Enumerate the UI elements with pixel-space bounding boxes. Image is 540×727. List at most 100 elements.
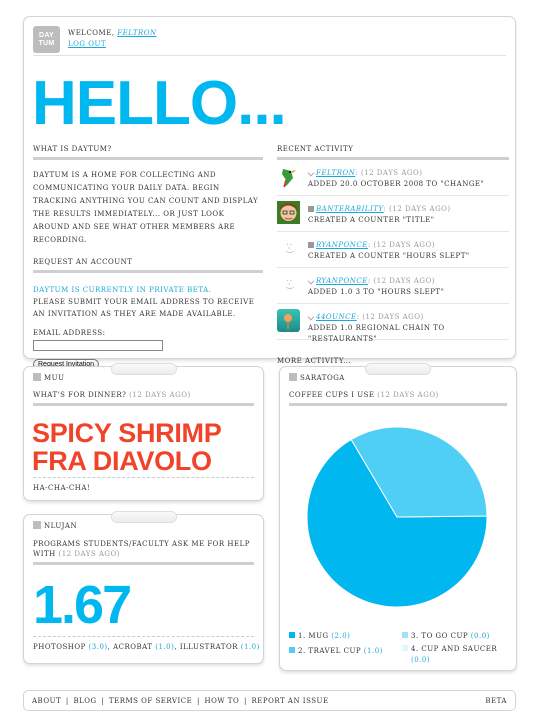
activity-time: : (12 DAYS AGO) xyxy=(356,313,424,321)
welcome-block: WELCOME, FELTRON LOG OUT xyxy=(68,28,157,50)
footer-separator: | xyxy=(243,697,247,705)
smiley-icon: :-) xyxy=(283,278,294,291)
beta-label: BETA xyxy=(485,697,507,705)
program-label: ILLUSTRATOR xyxy=(179,643,238,651)
email-label: EMAIL ADDRESS: xyxy=(33,329,106,337)
activity-time: : (12 DAYS AGO) xyxy=(367,241,435,249)
program-value: (3.0) xyxy=(88,643,108,651)
card-owner: NLUJAN xyxy=(33,521,77,530)
card-title: COFFEE CUPS I USE (12 DAYS AGO) xyxy=(289,391,507,406)
program-value: (1.0) xyxy=(155,643,175,651)
card-owner: SARATOGA xyxy=(289,373,345,382)
activity-item: FELTRON: (12 DAYS AGO) ADDED 20.0 OCTOBE… xyxy=(277,160,509,196)
owner-name[interactable]: NLUJAN xyxy=(44,522,77,530)
legend-swatch xyxy=(289,647,295,653)
chart-title: COFFEE CUPS I USE xyxy=(289,391,375,399)
activity-item: 44OUNCE: (12 DAYS AGO) ADDED 1.0 REGIONA… xyxy=(277,304,509,343)
legend-label: 4. CUP AND SAUCER xyxy=(411,645,498,653)
legend-swatch xyxy=(402,632,408,638)
legend-swatch xyxy=(402,645,408,651)
daytum-logo[interactable]: DAY TUM xyxy=(33,26,60,53)
activity-column: RECENT ACTIVITY FELTRON: (12 DAYS AGO) A… xyxy=(277,145,509,365)
hero-title: HELLO... xyxy=(32,69,287,138)
legend-item: 3. TO GO CUP (0.0) xyxy=(402,631,490,642)
site-footer: ABOUT | BLOG | TERMS OF SERVICE | HOW TO… xyxy=(23,690,516,711)
logout-link[interactable]: LOG OUT xyxy=(68,40,106,48)
logo-line-2: TUM xyxy=(38,40,55,47)
program-breakdown: PHOTOSHOP (3.0), ACROBAT (1.0), ILLUSTRA… xyxy=(33,643,260,651)
card-owner: MUU xyxy=(33,373,64,382)
counter-value: 1.67 xyxy=(33,575,132,635)
email-field[interactable] xyxy=(33,340,163,351)
divider xyxy=(33,477,254,478)
card-title: PROGRAMS STUDENTS/FACULTY ASK ME FOR HEL… xyxy=(33,539,254,565)
answer-text: SPICY SHRIMP FRA DIAVOLO xyxy=(32,418,222,476)
question-text: WHAT'S FOR DINNER? xyxy=(33,391,127,399)
answer-line-1: SPICY SHRIMP xyxy=(32,418,222,448)
activity-user-link[interactable]: 44OUNCE xyxy=(316,313,357,321)
activity-user-link[interactable]: FELTRON xyxy=(316,169,355,177)
welcome-label: WELCOME, xyxy=(68,29,115,37)
owner-name[interactable]: SARATOGA xyxy=(300,374,345,382)
activity-heading: RECENT ACTIVITY xyxy=(277,145,509,160)
user-icon xyxy=(33,373,41,381)
about-column: WHAT IS DAYTUM? DAYTUM IS A HOME FOR COL… xyxy=(33,145,263,370)
legend-label: 2. TRAVEL CUP xyxy=(298,647,362,655)
activity-time: : (12 DAYS AGO) xyxy=(355,169,423,177)
activity-user-link[interactable]: RYANPONCE xyxy=(316,241,368,249)
welcome-panel: DAY TUM WELCOME, FELTRON LOG OUT HELLO..… xyxy=(23,16,516,370)
legend-item: 1. MUG (2.0) xyxy=(289,631,350,642)
saratoga-card: SARATOGA COFFEE CUPS I USE (12 DAYS AGO)… xyxy=(279,363,517,671)
activity-action: ADDED 20.0 OCTOBER 2008 TO "CHANGE" xyxy=(308,180,485,188)
legend-label: 1. MUG xyxy=(298,632,329,640)
activity-action: ADDED 1.0 3 TO "HOURS SLEPT" xyxy=(308,288,445,296)
drag-handle[interactable] xyxy=(365,363,431,375)
card-title: WHAT'S FOR DINNER? (12 DAYS AGO) xyxy=(33,391,254,406)
counter-icon xyxy=(308,206,314,212)
footer-link-report[interactable]: REPORT AN ISSUE xyxy=(252,697,329,705)
footer-link-about[interactable]: ABOUT xyxy=(32,697,61,705)
activity-user-link[interactable]: BANTERABILITY xyxy=(316,205,384,213)
program-label: PHOTOSHOP xyxy=(33,643,86,651)
legend-swatch xyxy=(289,632,295,638)
drag-handle[interactable] xyxy=(110,363,177,375)
program-label: ACROBAT xyxy=(113,643,153,651)
legend-value: (1.0) xyxy=(363,647,383,655)
legend-value: (0.0) xyxy=(470,632,490,640)
request-heading: REQUEST AN ACCOUNT xyxy=(33,258,263,273)
card-time: (12 DAYS AGO) xyxy=(377,391,439,399)
activity-time: : (12 DAYS AGO) xyxy=(383,205,451,213)
drag-handle[interactable] xyxy=(110,511,177,523)
divider xyxy=(33,55,506,56)
aquarium-avatar[interactable] xyxy=(277,309,300,332)
default-avatar[interactable]: :-) xyxy=(277,273,300,296)
bird-avatar[interactable] xyxy=(277,165,300,188)
footer-link-howto[interactable]: HOW TO xyxy=(205,697,240,705)
footer-link-blog[interactable]: BLOG xyxy=(73,697,96,705)
footer-separator: | xyxy=(101,697,105,705)
checkmark-icon xyxy=(307,169,315,177)
footer-link-terms[interactable]: TERMS OF SERVICE xyxy=(109,697,192,705)
muu-card: MUU WHAT'S FOR DINNER? (12 DAYS AGO) SPI… xyxy=(23,363,264,501)
legend-value: (2.0) xyxy=(331,632,351,640)
answer-line-2: FRA DIAVOLO xyxy=(32,446,212,476)
user-icon xyxy=(289,373,297,381)
footer-separator: | xyxy=(196,697,200,705)
activity-item: BANTERABILITY: (12 DAYS AGO) CREATED A C… xyxy=(277,196,509,232)
more-activity-link[interactable]: MORE ACTIVITY... xyxy=(277,357,351,365)
footer-separator: | xyxy=(65,697,69,705)
nlujan-card: NLUJAN PROGRAMS STUDENTS/FACULTY ASK ME … xyxy=(23,511,264,664)
program-value: (1.0) xyxy=(240,643,260,651)
activity-user-link[interactable]: RYANPONCE xyxy=(316,277,368,285)
activity-action: CREATED A COUNTER "TITLE" xyxy=(308,216,435,224)
about-heading: WHAT IS DAYTUM? xyxy=(33,145,263,160)
owner-name[interactable]: MUU xyxy=(44,374,64,382)
activity-action: ADDED 1.0 REGIONAL CHAIN TO "RESTAURANTS… xyxy=(308,324,445,343)
submit-message: PLEASE SUBMIT YOUR EMAIL ADDRESS TO RECE… xyxy=(33,298,255,318)
activity-action: CREATED A COUNTER "HOURS SLEPT" xyxy=(308,252,470,260)
legend-item: 2. TRAVEL CUP (1.0) xyxy=(289,646,383,657)
username-link[interactable]: FELTRON xyxy=(117,29,156,37)
user-icon xyxy=(33,521,41,529)
cartoon-face-avatar[interactable] xyxy=(277,201,300,224)
default-avatar[interactable]: :-) xyxy=(277,237,300,260)
